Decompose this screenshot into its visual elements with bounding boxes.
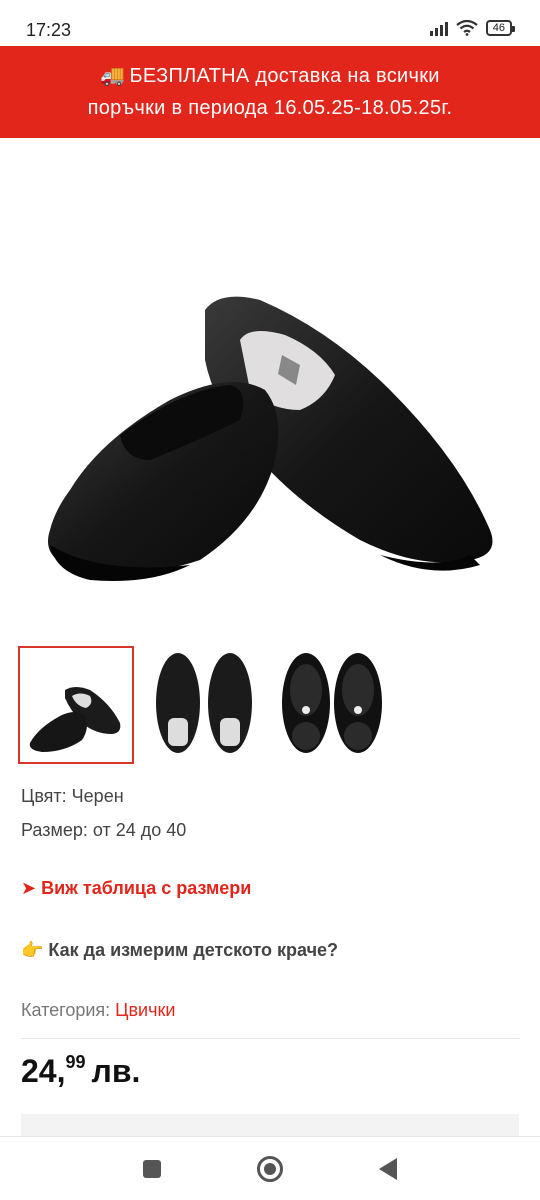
back-button[interactable] xyxy=(374,1155,402,1183)
recent-apps-button[interactable] xyxy=(138,1155,166,1183)
size-table-link[interactable]: ➤ Виж таблица с размери xyxy=(21,878,251,899)
category-link[interactable]: Цвички xyxy=(115,1000,175,1020)
truck-icon: 🚚 xyxy=(100,65,126,87)
status-bar: 17:23 46 xyxy=(0,0,540,46)
price-cents: 99 xyxy=(65,1052,86,1072)
wifi-icon xyxy=(456,20,478,36)
product-main-image[interactable] xyxy=(0,160,540,620)
promo-line-1: 🚚 БЕЗПЛАТНА доставка на всички xyxy=(20,60,520,92)
color-attribute: Цвят: Черен xyxy=(21,786,124,806)
size-attribute: Размер: от 24 до 40 xyxy=(21,820,187,840)
battery-indicator: 46 xyxy=(485,20,516,36)
back-triangle-icon xyxy=(379,1158,397,1180)
home-button[interactable] xyxy=(256,1155,284,1183)
promo-text-1: БЕЗПЛАТНА доставка на всички xyxy=(129,65,440,87)
divider xyxy=(21,1038,519,1039)
home-circle-icon xyxy=(257,1156,283,1182)
price-main: 24, xyxy=(21,1053,66,1089)
signal-icon xyxy=(429,20,448,36)
price-currency: лв. xyxy=(91,1053,141,1089)
measure-foot-link[interactable]: 👉 Как да измерим детското краче? xyxy=(21,940,338,961)
thumbnail-1[interactable] xyxy=(18,646,134,764)
thumbnail-strip xyxy=(18,646,388,764)
thumbnail-3[interactable] xyxy=(276,648,388,762)
status-time: 17:23 xyxy=(26,20,72,40)
thumbnail-2-image xyxy=(156,653,252,753)
thumbnail-1-image xyxy=(29,687,121,752)
price: 24,99 лв. xyxy=(21,1052,140,1090)
square-icon xyxy=(143,1160,161,1178)
category-line: Категория: Цвички xyxy=(21,1000,175,1021)
promo-banner[interactable]: 🚚 БЕЗПЛАТНА доставка на всички поръчки в … xyxy=(0,46,540,138)
thumbnail-3-image xyxy=(282,653,382,753)
promo-line-2: поръчки в периода 16.05.25-18.05.25г. xyxy=(87,97,453,119)
category-label: Категория: xyxy=(21,1000,111,1020)
thumbnail-2[interactable] xyxy=(148,648,260,762)
navigation-bar xyxy=(0,1136,540,1200)
status-icons: 46 xyxy=(429,20,516,36)
shoe-illustration xyxy=(48,296,493,581)
